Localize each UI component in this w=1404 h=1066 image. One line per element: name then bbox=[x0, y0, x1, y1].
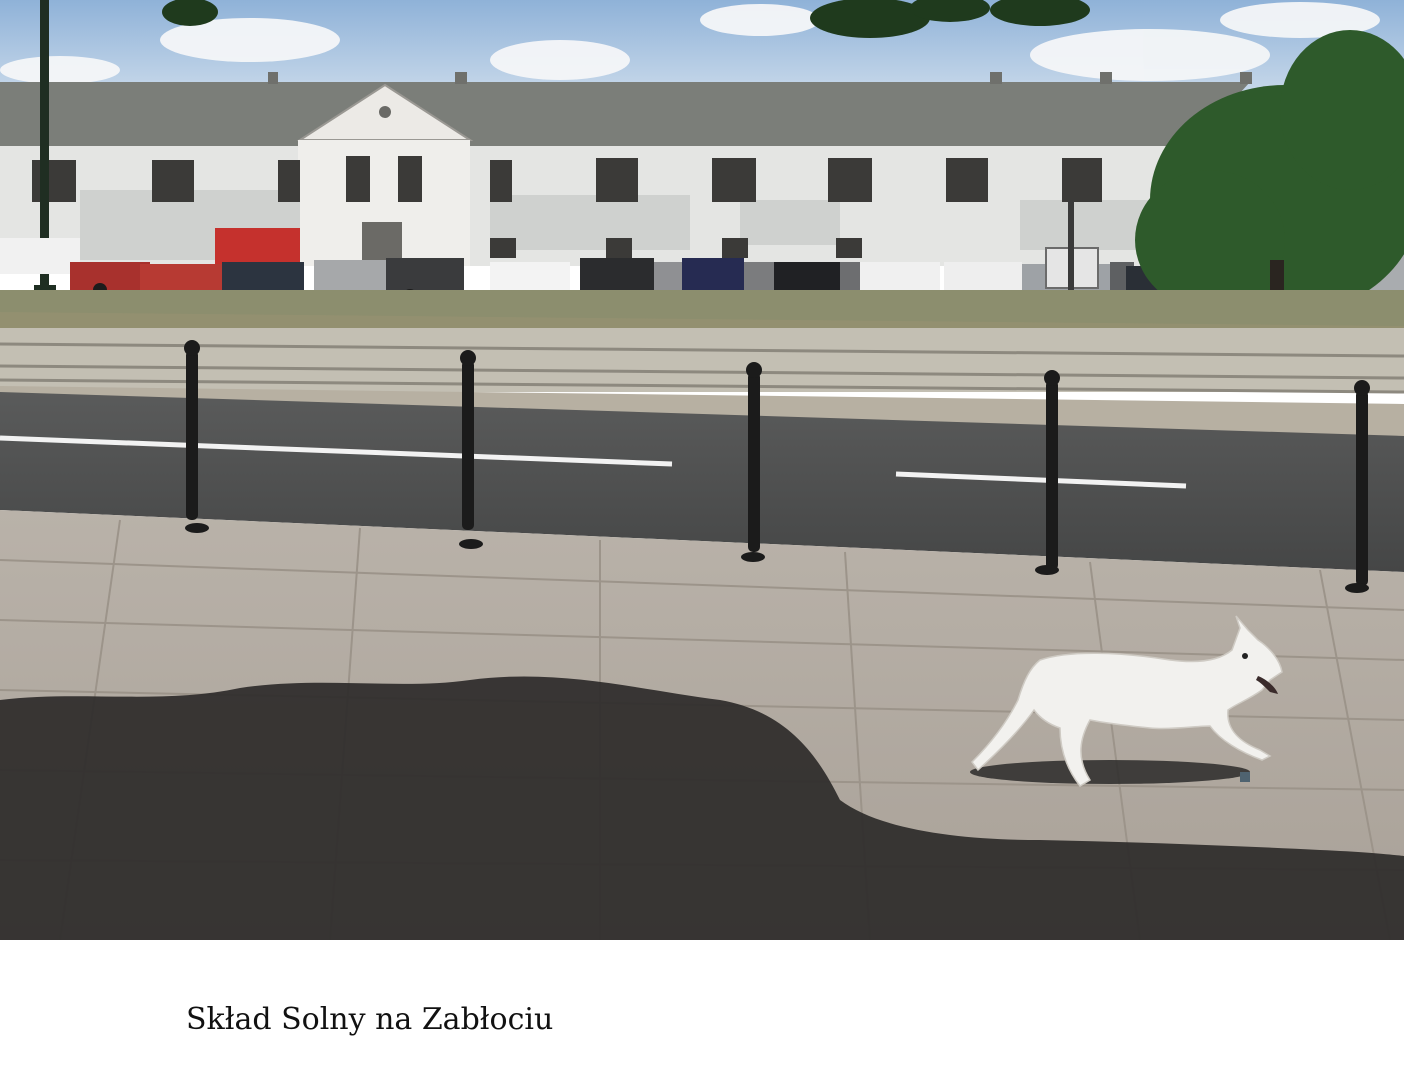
article-page: Skład Solny na Zabłociu bbox=[0, 0, 1404, 1066]
street-photo-illustration bbox=[0, 0, 1404, 940]
article-photo bbox=[0, 0, 1404, 940]
dog-shadow bbox=[970, 760, 1250, 784]
photo-caption: Skład Solny na Zabłociu bbox=[186, 1002, 554, 1037]
building-roof bbox=[0, 82, 1250, 148]
